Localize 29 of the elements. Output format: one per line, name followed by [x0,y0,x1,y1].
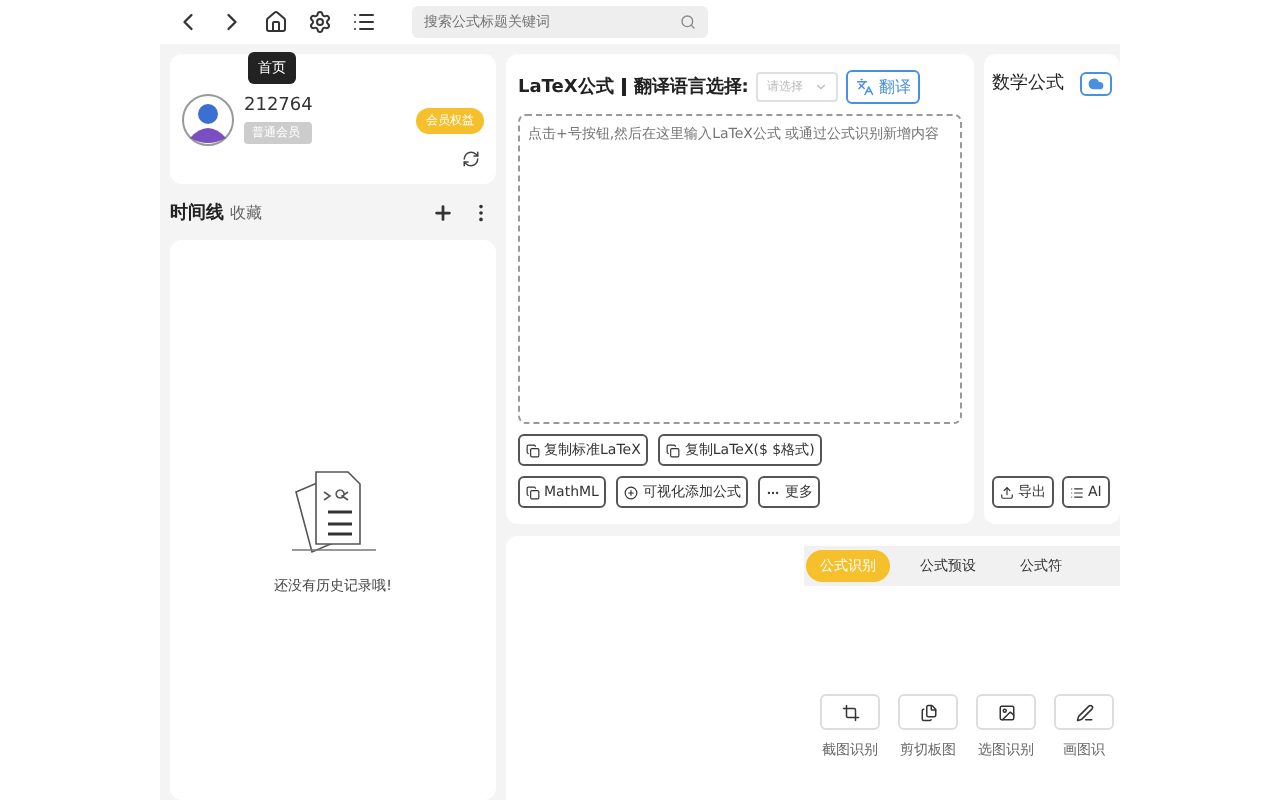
plus-circle-icon [624,485,639,499]
timeline-tab[interactable]: 时间线 [170,199,224,225]
copy-icon [526,485,540,499]
panel-title: LaTeX公式 [518,74,614,100]
tool-button[interactable] [976,694,1036,730]
chevron-down-icon [814,80,829,94]
upload-icon [1000,485,1014,499]
tool-button[interactable] [1054,694,1114,730]
list-icon [1070,485,1084,499]
image-icon [997,703,1015,721]
copy-icon [526,443,540,457]
avatar-icon [182,93,234,145]
home-icon[interactable] [260,6,292,38]
settings-icon[interactable] [304,6,336,38]
tool-button[interactable] [820,694,880,730]
refresh-icon[interactable] [462,150,480,168]
timeline-tab[interactable]: 收藏 [230,201,262,223]
user-id: 212764 [244,95,313,115]
pen-icon [1075,703,1093,721]
language-label: 翻译语言选择: [633,74,749,100]
panel-title: 数学公式 [992,71,1064,96]
translate-icon [856,78,875,96]
pages-icon [919,703,937,721]
copy-icon [666,443,681,457]
cloud-button[interactable] [1080,71,1112,95]
cloud-icon [1088,75,1104,91]
search-icon[interactable] [680,14,696,30]
crop-icon [841,703,859,721]
tool-button[interactable] [898,694,958,730]
